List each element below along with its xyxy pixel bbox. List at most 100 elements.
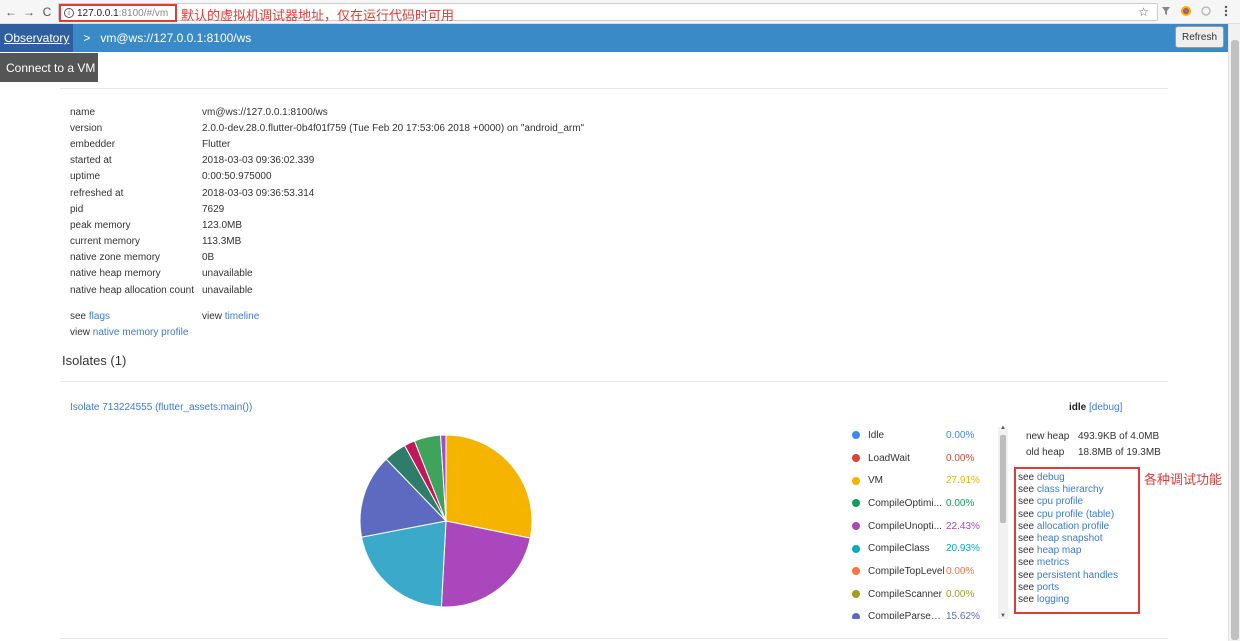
legend-name: CompileUnopti... xyxy=(868,520,942,532)
info-row: peak memory 123.0MB xyxy=(70,217,584,233)
info-value: vm@ws://127.0.0.1:8100/ws xyxy=(202,106,328,118)
info-key: version xyxy=(70,122,103,134)
chrome-extension-icon[interactable] xyxy=(1180,4,1192,18)
see-link-row: see cpu profile (table) xyxy=(1018,509,1138,521)
isolate-link[interactable]: Isolate 713224555 (flutter_assets:main()… xyxy=(70,402,252,413)
heap-row: new heap 493.9KB of 4.0MB xyxy=(1026,428,1161,444)
info-key: native heap memory xyxy=(70,268,161,280)
legend-percent: 0.00% xyxy=(946,565,975,577)
legend-name: Idle xyxy=(868,429,885,441)
connect-to-vm-button[interactable]: Connect to a VM xyxy=(0,53,98,82)
see-label: see xyxy=(1018,496,1035,508)
reload-icon[interactable]: C xyxy=(40,4,54,20)
see-heap-snapshot-link[interactable]: heap snapshot xyxy=(1037,533,1103,544)
info-value: 7629 xyxy=(202,203,225,215)
see-cpu-profile-table-link[interactable]: cpu profile (table) xyxy=(1037,509,1114,520)
heap-key: old heap xyxy=(1026,446,1065,458)
heap-info: new heap 493.9KB of 4.0MB old heap 18.8MB o… xyxy=(1026,428,1161,460)
legend-item: VM 27.91% xyxy=(850,469,1010,492)
legend-percent: 0.00% xyxy=(946,497,975,509)
legend-percent: 27.91% xyxy=(946,475,980,487)
info-icon[interactable]: i xyxy=(64,8,74,18)
legend-percent: 0.00% xyxy=(946,452,975,464)
see-link-row: see logging xyxy=(1018,594,1138,606)
see-link-row: see debug xyxy=(1018,472,1138,484)
see-ports-link[interactable]: ports xyxy=(1037,582,1059,593)
legend-scrollbar[interactable]: ▲ ▼ xyxy=(998,425,1008,619)
vm-links-row: see flags view timeline xyxy=(70,311,259,322)
see-cpu-profile-link[interactable]: cpu profile xyxy=(1037,496,1083,507)
see-logging-link[interactable]: logging xyxy=(1037,594,1069,605)
breadcrumb-separator: > xyxy=(83,31,91,45)
scrollbar-thumb[interactable] xyxy=(1231,40,1239,640)
info-row: started at 2018-03-03 09:36:02.339 xyxy=(70,153,584,169)
view-label: view xyxy=(202,311,223,322)
see-persistent-handles-link[interactable]: persistent handles xyxy=(1037,570,1118,581)
info-value: 113.3MB xyxy=(202,236,242,248)
native-memory-profile-link[interactable]: native memory profile xyxy=(93,327,189,338)
info-row: native zone memory 0B xyxy=(70,250,584,266)
see-debug-link[interactable]: debug xyxy=(1037,472,1065,483)
see-label: see xyxy=(1018,532,1035,544)
see-label: see xyxy=(1018,520,1035,532)
see-link-row: see persistent handles xyxy=(1018,570,1138,582)
view-label-2: view xyxy=(70,327,91,338)
timeline-link[interactable]: timeline xyxy=(225,311,259,322)
menu-icon[interactable] xyxy=(1220,4,1232,18)
refresh-button[interactable]: Refresh xyxy=(1174,26,1224,48)
legend-item: CompileScanner 0.00% xyxy=(850,583,1010,606)
scroll-up-icon[interactable]: ▲ xyxy=(998,425,1008,431)
info-row: uptime 0:00:50.975000 xyxy=(70,169,584,185)
see-link-row: see heap map xyxy=(1018,545,1138,557)
see-link-row: see class hierarchy xyxy=(1018,484,1138,496)
legend-dot xyxy=(852,522,860,531)
back-icon[interactable]: ← xyxy=(4,4,18,20)
info-row: pid 7629 xyxy=(70,201,584,217)
see-label: see xyxy=(70,311,87,322)
flags-link[interactable]: flags xyxy=(89,311,110,322)
see-label: see xyxy=(1018,472,1035,483)
divider xyxy=(60,381,1168,382)
see-class-hierarchy-link[interactable]: class hierarchy xyxy=(1037,484,1104,495)
legend-name: VM xyxy=(868,475,883,487)
info-value: 2.0.0-dev.28.0.flutter-0b4f01f759 (Tue F… xyxy=(202,122,585,134)
legend-scroll-thumb[interactable] xyxy=(1000,435,1006,523)
see-heap-map-link[interactable]: heap map xyxy=(1037,545,1081,556)
info-value: 0B xyxy=(202,252,215,264)
legend-dot xyxy=(852,454,860,463)
see-label: see xyxy=(1018,569,1035,581)
legend-name: CompileOptimi... xyxy=(868,497,942,509)
bookmark-star-icon[interactable]: ☆ xyxy=(1138,5,1149,19)
see-metrics-link[interactable]: metrics xyxy=(1037,557,1069,568)
legend-item: LoadWait 0.00% xyxy=(850,447,1010,470)
divider xyxy=(60,638,1168,639)
forward-icon[interactable]: → xyxy=(22,4,36,20)
sync-icon[interactable] xyxy=(1200,4,1212,18)
info-key: uptime xyxy=(70,171,101,183)
legend-name: CompileParseFu... xyxy=(868,611,946,619)
info-value: 2018-03-03 09:36:53.314 xyxy=(202,187,315,199)
observatory-link[interactable]: Observatory xyxy=(0,24,74,52)
browser-toolbar: ← → C i 127.0.0.1:8100/#/vm 默认的虚拟机调试器地址，… xyxy=(0,0,1240,24)
debug-link[interactable]: [debug] xyxy=(1089,402,1122,413)
info-row: embedder Flutter xyxy=(70,136,584,152)
info-row: refreshed at 2018-03-03 09:36:53.314 xyxy=(70,185,584,201)
url-annotation: 默认的虚拟机调试器地址，仅在运行代码时可用 xyxy=(181,8,455,23)
scroll-down-icon[interactable]: ▼ xyxy=(998,613,1008,619)
legend-percent: 20.93% xyxy=(946,543,980,555)
filter-icon[interactable] xyxy=(1160,4,1172,18)
legend-item: CompileClass 20.93% xyxy=(850,537,1010,560)
pie-slice-vm[interactable] xyxy=(445,434,533,539)
info-value: 2018-03-03 09:36:02.339 xyxy=(202,155,315,167)
legend-item: CompileParseFu... 15.62% xyxy=(850,606,1010,619)
info-key: started at xyxy=(70,155,112,167)
url-highlight[interactable]: i 127.0.0.1:8100/#/vm xyxy=(59,4,177,22)
legend-dot xyxy=(852,590,860,599)
info-row: name vm@ws://127.0.0.1:8100/ws xyxy=(70,104,584,120)
see-allocation-profile-link[interactable]: allocation profile xyxy=(1037,521,1109,532)
address-bar[interactable]: i 127.0.0.1:8100/#/vm 默认的虚拟机调试器地址，仅在运行代码… xyxy=(58,3,1158,23)
page-scrollbar[interactable] xyxy=(1228,24,1240,641)
legend-item: CompileUnopti... 22.43% xyxy=(850,515,1010,538)
vm-breadcrumb[interactable]: vm@ws://127.0.0.1:8100/ws xyxy=(100,31,251,45)
legend-name: CompileScanner xyxy=(868,588,942,600)
